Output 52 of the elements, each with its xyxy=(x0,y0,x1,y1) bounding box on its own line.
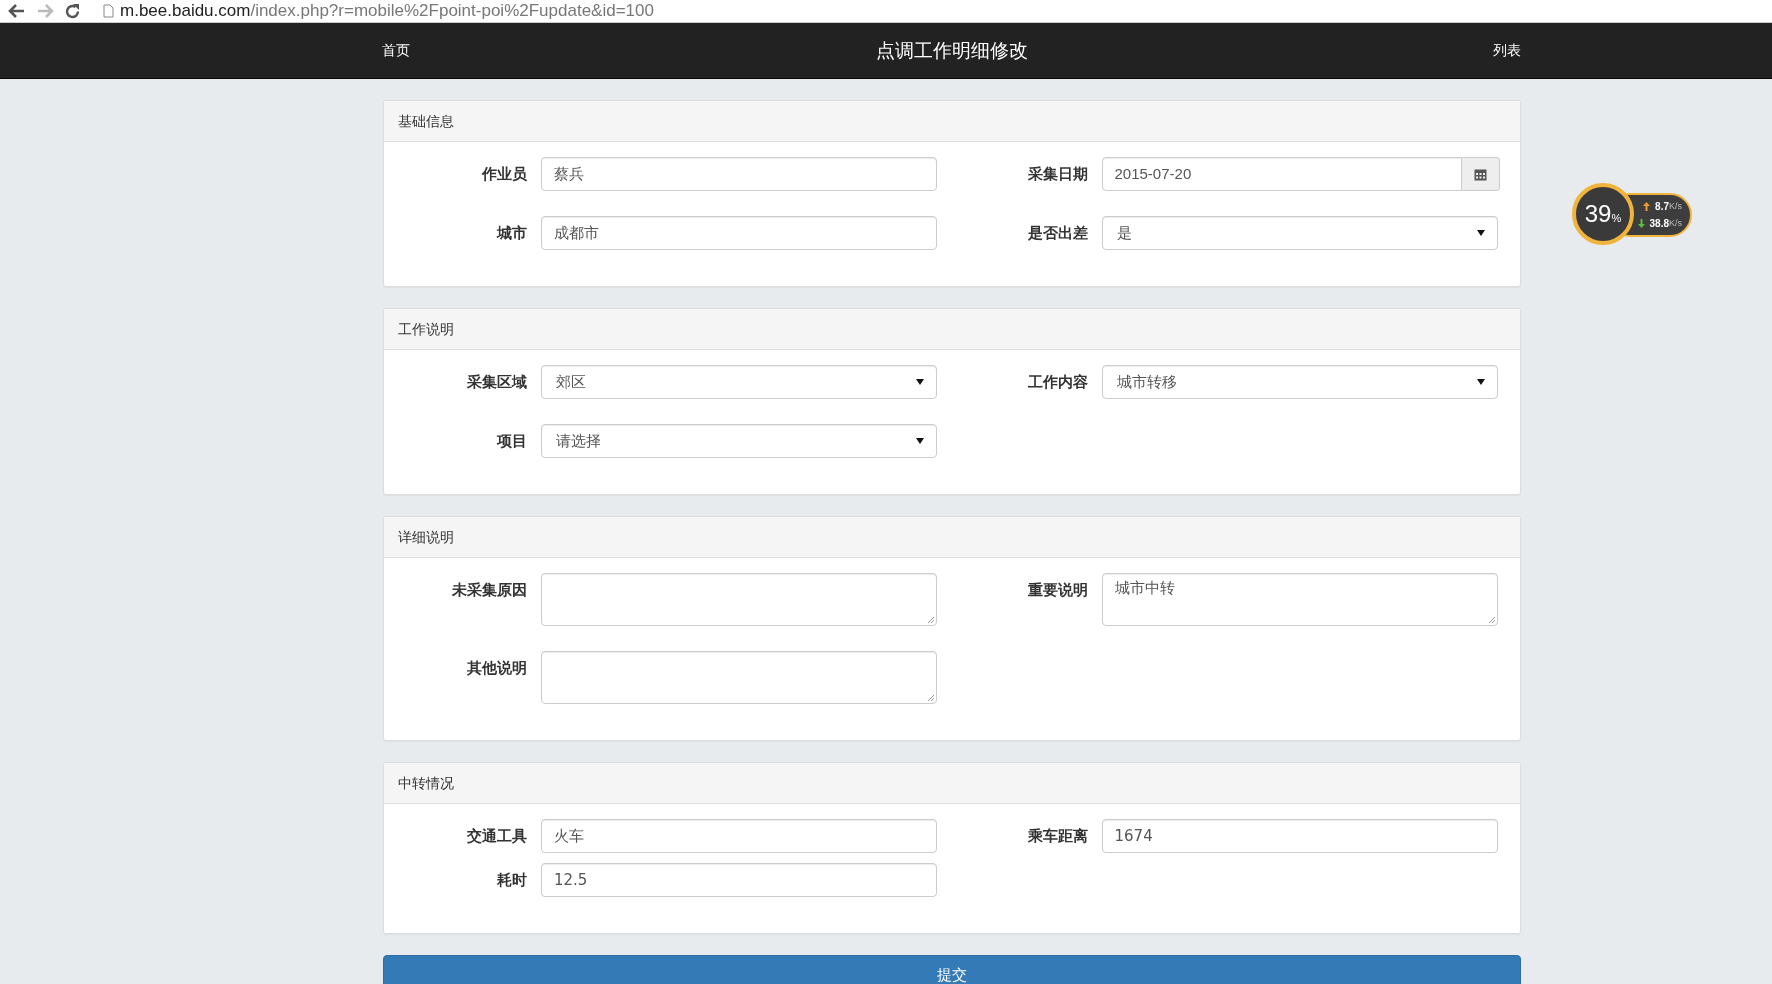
home-link[interactable]: 首页 xyxy=(382,41,410,60)
select-dropdown[interactable]: 是 xyxy=(1101,216,1498,250)
field-label: 是否出差 xyxy=(1026,223,1089,244)
resize-grip-icon xyxy=(927,694,934,701)
field-label: 重要说明 xyxy=(1026,580,1089,601)
url-path: /index.php?r=mobile%2Fpoint-poi%2Fupdate&id=100 xyxy=(250,1,654,21)
caret-icon xyxy=(916,379,924,385)
field-label: 项目 xyxy=(496,431,528,452)
select-dropdown[interactable]: 请选择 xyxy=(541,424,937,458)
reload-icon[interactable] xyxy=(64,2,81,20)
date-field[interactable]: 2015-07-20 xyxy=(1101,157,1462,191)
text-field[interactable]: 12.5 xyxy=(541,863,937,897)
panel-heading: 基础信息 xyxy=(384,101,1520,142)
list-link[interactable]: 列表 xyxy=(1493,41,1521,60)
upload-speed: 8.7K/s xyxy=(1643,198,1682,215)
submit-button[interactable]: 提交 xyxy=(383,955,1521,984)
field-label: 耗时 xyxy=(496,870,528,891)
panel-heading: 工作说明 xyxy=(384,309,1520,350)
panel-heading: 详细说明 xyxy=(384,517,1520,558)
resize-grip-icon xyxy=(1487,616,1495,623)
field-label: 乘车距离 xyxy=(1026,826,1089,847)
caret-icon xyxy=(1476,230,1485,236)
page-icon xyxy=(103,4,114,18)
select-dropdown[interactable]: 城市转移 xyxy=(1101,365,1498,399)
download-speed: 38.8K/s xyxy=(1637,215,1682,232)
page-title: 点调工作明细修改 xyxy=(875,37,1028,63)
text-field[interactable]: 1674 xyxy=(1101,819,1498,853)
field-label: 其他说明 xyxy=(466,658,528,679)
text-area[interactable]: 城市中转 xyxy=(1101,573,1498,626)
calendar-icon xyxy=(1473,167,1487,181)
down-arrow-icon xyxy=(1637,219,1645,228)
text-field[interactable]: 成都市 xyxy=(541,216,937,250)
caret-icon xyxy=(916,438,924,444)
text-field[interactable]: 蔡兵 xyxy=(541,157,937,191)
select-dropdown[interactable]: 郊区 xyxy=(541,365,937,399)
usage-gauge: 39% xyxy=(1572,183,1634,245)
field-label: 采集区域 xyxy=(466,372,528,393)
url-host: m.bee.baidu.com xyxy=(120,1,251,21)
address-bar[interactable]: m.bee.baidu.com/index.php?r=mobile%2Fpoint-poi%2Fupdate&id=100 xyxy=(103,1,654,21)
field-label: 未采集原因 xyxy=(451,580,528,601)
resize-grip-icon xyxy=(927,616,934,623)
up-arrow-icon xyxy=(1643,202,1651,211)
field-label: 工作内容 xyxy=(1026,372,1089,393)
text-field[interactable]: 火车 xyxy=(541,819,937,853)
caret-icon xyxy=(1476,379,1485,385)
field-label: 城市 xyxy=(495,223,528,244)
field-label: 作业员 xyxy=(481,164,528,185)
field-label: 交通工具 xyxy=(466,826,528,847)
field-label: 采集日期 xyxy=(1026,164,1089,185)
panel-heading: 中转情况 xyxy=(384,763,1520,804)
calendar-button[interactable] xyxy=(1461,157,1500,191)
back-arrow-icon[interactable] xyxy=(8,3,26,19)
